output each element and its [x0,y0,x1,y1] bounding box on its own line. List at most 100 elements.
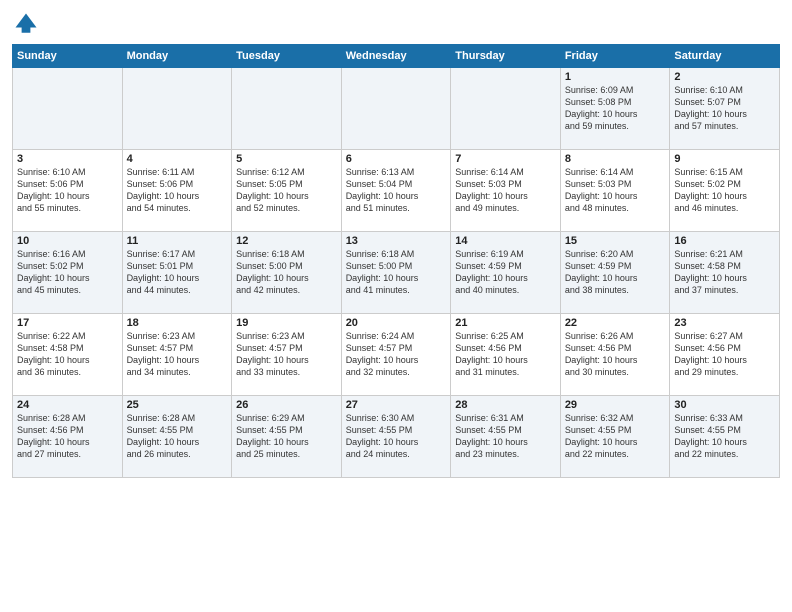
day-info: Sunrise: 6:23 AM Sunset: 4:57 PM Dayligh… [127,330,228,379]
calendar-week-row: 24Sunrise: 6:28 AM Sunset: 4:56 PM Dayli… [13,396,780,478]
calendar-header: SundayMondayTuesdayWednesdayThursdayFrid… [13,45,780,68]
calendar-day-cell: 27Sunrise: 6:30 AM Sunset: 4:55 PM Dayli… [341,396,451,478]
day-number: 5 [236,153,337,165]
weekday-row: SundayMondayTuesdayWednesdayThursdayFrid… [13,45,780,68]
calendar-day-cell [232,68,342,150]
day-number: 8 [565,153,666,165]
day-number: 2 [674,71,775,83]
day-number: 16 [674,235,775,247]
calendar-day-cell: 12Sunrise: 6:18 AM Sunset: 5:00 PM Dayli… [232,232,342,314]
calendar-day-cell: 16Sunrise: 6:21 AM Sunset: 4:58 PM Dayli… [670,232,780,314]
calendar-week-row: 17Sunrise: 6:22 AM Sunset: 4:58 PM Dayli… [13,314,780,396]
calendar-day-cell: 28Sunrise: 6:31 AM Sunset: 4:55 PM Dayli… [451,396,561,478]
calendar-day-cell: 9Sunrise: 6:15 AM Sunset: 5:02 PM Daylig… [670,150,780,232]
day-number: 14 [455,235,556,247]
calendar-day-cell: 20Sunrise: 6:24 AM Sunset: 4:57 PM Dayli… [341,314,451,396]
day-number: 19 [236,317,337,329]
calendar-day-cell: 23Sunrise: 6:27 AM Sunset: 4:56 PM Dayli… [670,314,780,396]
logo [12,10,44,38]
day-number: 23 [674,317,775,329]
day-info: Sunrise: 6:19 AM Sunset: 4:59 PM Dayligh… [455,248,556,297]
day-number: 13 [346,235,447,247]
day-number: 18 [127,317,228,329]
day-number: 27 [346,399,447,411]
logo-icon [12,10,40,38]
calendar-day-cell: 17Sunrise: 6:22 AM Sunset: 4:58 PM Dayli… [13,314,123,396]
weekday-header: Thursday [451,45,561,68]
day-info: Sunrise: 6:10 AM Sunset: 5:06 PM Dayligh… [17,166,118,215]
page-container: SundayMondayTuesdayWednesdayThursdayFrid… [0,0,792,484]
day-info: Sunrise: 6:28 AM Sunset: 4:55 PM Dayligh… [127,412,228,461]
day-info: Sunrise: 6:26 AM Sunset: 4:56 PM Dayligh… [565,330,666,379]
day-number: 9 [674,153,775,165]
calendar-day-cell: 29Sunrise: 6:32 AM Sunset: 4:55 PM Dayli… [560,396,670,478]
day-info: Sunrise: 6:10 AM Sunset: 5:07 PM Dayligh… [674,84,775,133]
day-number: 28 [455,399,556,411]
day-number: 25 [127,399,228,411]
day-info: Sunrise: 6:33 AM Sunset: 4:55 PM Dayligh… [674,412,775,461]
calendar-day-cell: 7Sunrise: 6:14 AM Sunset: 5:03 PM Daylig… [451,150,561,232]
calendar-day-cell: 8Sunrise: 6:14 AM Sunset: 5:03 PM Daylig… [560,150,670,232]
calendar-day-cell [122,68,232,150]
calendar-day-cell: 10Sunrise: 6:16 AM Sunset: 5:02 PM Dayli… [13,232,123,314]
day-number: 20 [346,317,447,329]
day-number: 21 [455,317,556,329]
day-info: Sunrise: 6:29 AM Sunset: 4:55 PM Dayligh… [236,412,337,461]
day-number: 10 [17,235,118,247]
day-info: Sunrise: 6:31 AM Sunset: 4:55 PM Dayligh… [455,412,556,461]
day-info: Sunrise: 6:20 AM Sunset: 4:59 PM Dayligh… [565,248,666,297]
calendar-day-cell: 22Sunrise: 6:26 AM Sunset: 4:56 PM Dayli… [560,314,670,396]
calendar-day-cell: 2Sunrise: 6:10 AM Sunset: 5:07 PM Daylig… [670,68,780,150]
calendar-day-cell: 3Sunrise: 6:10 AM Sunset: 5:06 PM Daylig… [13,150,123,232]
day-info: Sunrise: 6:25 AM Sunset: 4:56 PM Dayligh… [455,330,556,379]
day-number: 11 [127,235,228,247]
day-number: 6 [346,153,447,165]
weekday-header: Saturday [670,45,780,68]
weekday-header: Monday [122,45,232,68]
calendar-day-cell: 24Sunrise: 6:28 AM Sunset: 4:56 PM Dayli… [13,396,123,478]
weekday-header: Sunday [13,45,123,68]
day-number: 3 [17,153,118,165]
day-number: 4 [127,153,228,165]
calendar-day-cell: 18Sunrise: 6:23 AM Sunset: 4:57 PM Dayli… [122,314,232,396]
day-info: Sunrise: 6:15 AM Sunset: 5:02 PM Dayligh… [674,166,775,215]
day-info: Sunrise: 6:30 AM Sunset: 4:55 PM Dayligh… [346,412,447,461]
calendar-day-cell: 1Sunrise: 6:09 AM Sunset: 5:08 PM Daylig… [560,68,670,150]
weekday-header: Friday [560,45,670,68]
day-number: 7 [455,153,556,165]
day-info: Sunrise: 6:18 AM Sunset: 5:00 PM Dayligh… [346,248,447,297]
calendar-body: 1Sunrise: 6:09 AM Sunset: 5:08 PM Daylig… [13,68,780,478]
day-info: Sunrise: 6:22 AM Sunset: 4:58 PM Dayligh… [17,330,118,379]
weekday-header: Tuesday [232,45,342,68]
day-info: Sunrise: 6:09 AM Sunset: 5:08 PM Dayligh… [565,84,666,133]
day-number: 12 [236,235,337,247]
calendar-week-row: 1Sunrise: 6:09 AM Sunset: 5:08 PM Daylig… [13,68,780,150]
calendar-day-cell [341,68,451,150]
day-info: Sunrise: 6:27 AM Sunset: 4:56 PM Dayligh… [674,330,775,379]
day-info: Sunrise: 6:18 AM Sunset: 5:00 PM Dayligh… [236,248,337,297]
calendar-day-cell: 26Sunrise: 6:29 AM Sunset: 4:55 PM Dayli… [232,396,342,478]
calendar-day-cell: 13Sunrise: 6:18 AM Sunset: 5:00 PM Dayli… [341,232,451,314]
calendar-day-cell: 11Sunrise: 6:17 AM Sunset: 5:01 PM Dayli… [122,232,232,314]
day-info: Sunrise: 6:11 AM Sunset: 5:06 PM Dayligh… [127,166,228,215]
calendar-day-cell: 6Sunrise: 6:13 AM Sunset: 5:04 PM Daylig… [341,150,451,232]
calendar-day-cell: 14Sunrise: 6:19 AM Sunset: 4:59 PM Dayli… [451,232,561,314]
day-info: Sunrise: 6:17 AM Sunset: 5:01 PM Dayligh… [127,248,228,297]
calendar-day-cell: 5Sunrise: 6:12 AM Sunset: 5:05 PM Daylig… [232,150,342,232]
day-info: Sunrise: 6:14 AM Sunset: 5:03 PM Dayligh… [455,166,556,215]
day-number: 17 [17,317,118,329]
calendar-week-row: 10Sunrise: 6:16 AM Sunset: 5:02 PM Dayli… [13,232,780,314]
day-info: Sunrise: 6:21 AM Sunset: 4:58 PM Dayligh… [674,248,775,297]
day-info: Sunrise: 6:24 AM Sunset: 4:57 PM Dayligh… [346,330,447,379]
day-number: 22 [565,317,666,329]
calendar-week-row: 3Sunrise: 6:10 AM Sunset: 5:06 PM Daylig… [13,150,780,232]
calendar-table: SundayMondayTuesdayWednesdayThursdayFrid… [12,44,780,478]
calendar-day-cell: 4Sunrise: 6:11 AM Sunset: 5:06 PM Daylig… [122,150,232,232]
day-number: 26 [236,399,337,411]
day-number: 24 [17,399,118,411]
day-info: Sunrise: 6:28 AM Sunset: 4:56 PM Dayligh… [17,412,118,461]
day-info: Sunrise: 6:23 AM Sunset: 4:57 PM Dayligh… [236,330,337,379]
calendar-day-cell [13,68,123,150]
day-info: Sunrise: 6:32 AM Sunset: 4:55 PM Dayligh… [565,412,666,461]
weekday-header: Wednesday [341,45,451,68]
